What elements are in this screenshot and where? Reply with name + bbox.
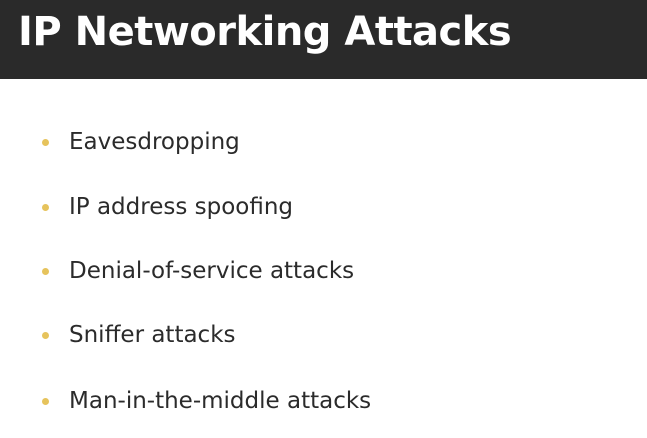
bullet-text: IP address spoofing [69, 194, 294, 220]
bullet-text: Denial-of-service attacks [69, 258, 355, 284]
bullet-dot-icon [42, 398, 49, 405]
bullet-dot-icon [42, 204, 49, 211]
bullet-text: Sniffer attacks [69, 322, 236, 348]
bullet-dot-icon [42, 268, 49, 275]
bullet-dot-icon [42, 139, 49, 146]
bullet-text: Man-in-the-middle attacks [69, 388, 372, 414]
bullet-text: Eavesdropping [69, 129, 240, 155]
slide: IP Networking Attacks Eavesdropping IP a… [0, 0, 647, 438]
bullet-dot-icon [42, 332, 49, 339]
bullet-list: Eavesdropping IP address spoofing Denial… [0, 0, 647, 438]
